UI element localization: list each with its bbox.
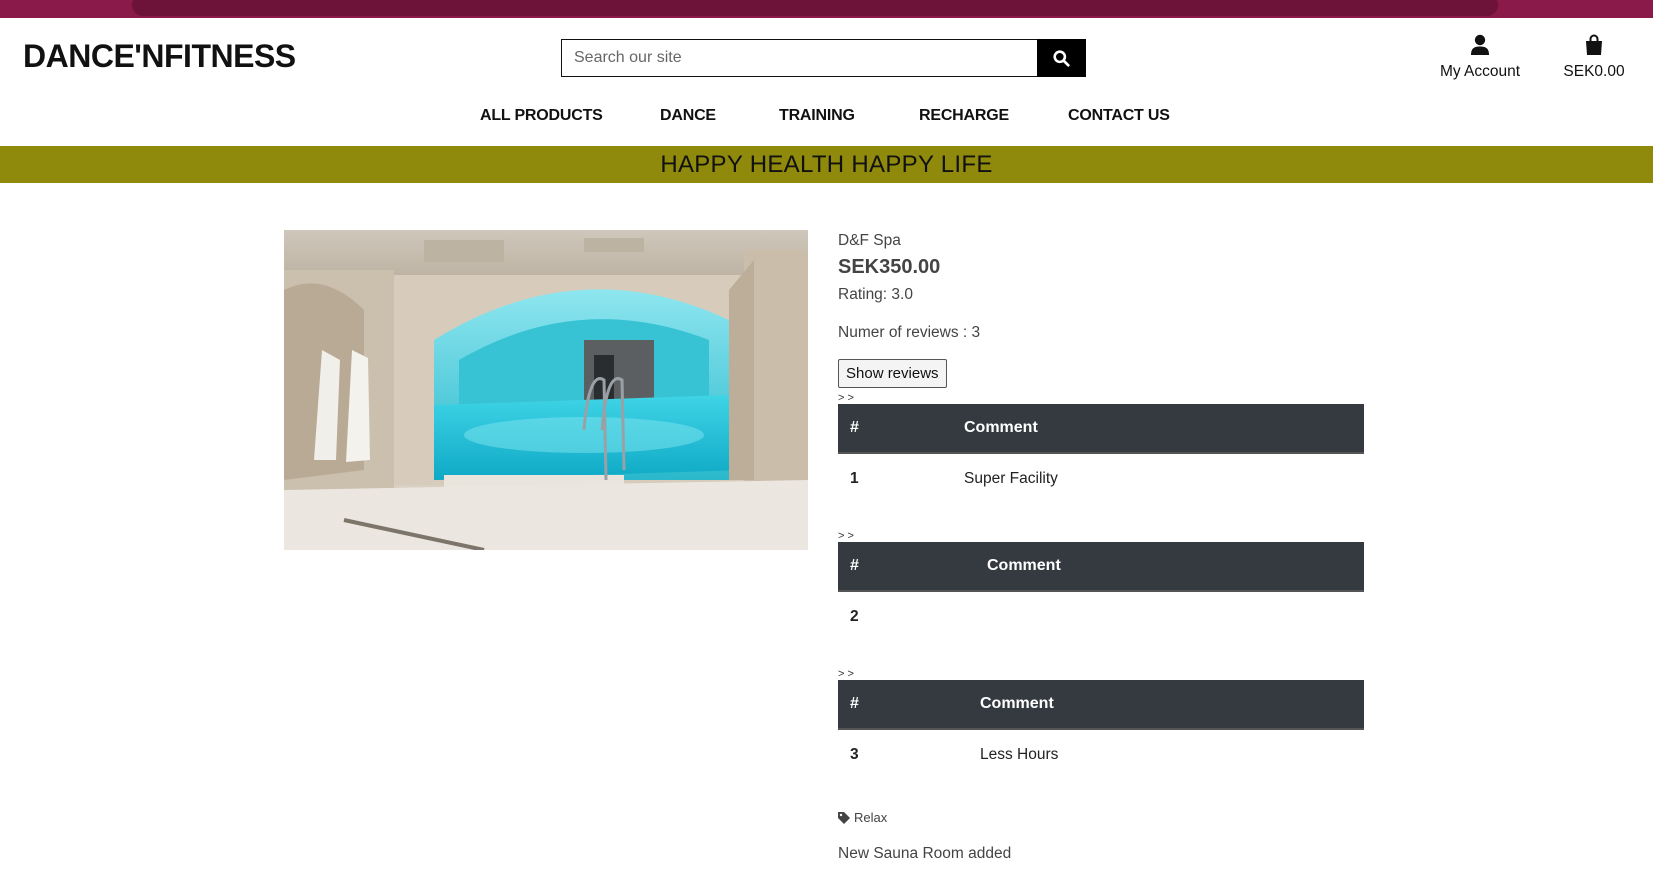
product-description: New Sauna Room added [838, 845, 1012, 862]
review-table: > > # Comment 3 Less Hours [838, 668, 1364, 780]
review-comment: Less Hours [980, 746, 1059, 763]
shopping-bag-link[interactable]: SEK0.00 [1554, 34, 1634, 81]
review-row: 3 Less Hours [838, 730, 1364, 780]
review-count: Numer of reviews : 3 [838, 324, 981, 341]
my-account-label: My Account [1439, 63, 1521, 80]
shopping-bag-icon [1586, 34, 1602, 55]
review-marker: > > [838, 392, 854, 404]
col-hash: # [850, 557, 859, 574]
tag-icon [838, 811, 850, 824]
site-logo[interactable]: DANCE'NFITNESS [23, 38, 296, 75]
review-table-header: # Comment [838, 680, 1364, 730]
search-icon [1053, 49, 1070, 67]
nav-training[interactable]: TRAINING [779, 107, 855, 125]
product-rating: Rating: 3.0 [838, 286, 913, 303]
show-reviews-button[interactable]: Show reviews [838, 359, 947, 388]
col-comment: Comment [980, 695, 1054, 712]
col-comment: Comment [987, 557, 1061, 574]
product-image [284, 230, 808, 550]
promo-banner: HAPPY HEALTH HAPPY LIFE [0, 146, 1653, 183]
review-table-header: # Comment [838, 542, 1364, 592]
col-hash: # [850, 419, 859, 436]
product-tag[interactable]: Relax [838, 810, 1364, 825]
bag-total: SEK0.00 [1563, 63, 1625, 80]
banner-text: HAPPY HEALTH HAPPY LIFE [660, 150, 993, 178]
product-details: D&F Spa SEK350.00 Rating: 3.0 Numer of r… [838, 232, 1364, 863]
review-row: 2 [838, 592, 1364, 642]
review-table: > > # Comment 2 [838, 530, 1364, 642]
nav-contact-us[interactable]: CONTACT US [1068, 107, 1170, 125]
search-button[interactable] [1037, 39, 1086, 77]
review-table: > > # Comment 1 Super Facility [838, 392, 1364, 504]
browser-address-bar[interactable] [132, 0, 1498, 16]
review-table-header: # Comment [838, 404, 1364, 454]
nav-all-products[interactable]: ALL PRODUCTS [480, 107, 603, 125]
review-marker: > > [838, 530, 854, 542]
col-comment: Comment [964, 419, 1038, 436]
product-price: SEK350.00 [838, 256, 941, 278]
review-row: 1 Super Facility [838, 454, 1364, 504]
my-account-link[interactable]: My Account [1430, 34, 1530, 81]
nav-dance[interactable]: DANCE [660, 107, 716, 125]
product-name: D&F Spa [838, 232, 901, 249]
nav-recharge[interactable]: RECHARGE [919, 107, 1009, 125]
search-form [561, 39, 1086, 77]
search-input[interactable] [561, 39, 1037, 77]
user-icon [1471, 34, 1489, 55]
review-comment: Super Facility [964, 470, 1058, 487]
review-marker: > > [838, 668, 854, 680]
tag-label: Relax [854, 810, 888, 825]
review-number: 1 [850, 470, 859, 487]
browser-chrome [0, 0, 1653, 18]
col-hash: # [850, 695, 859, 712]
review-number: 3 [850, 746, 859, 763]
review-number: 2 [850, 608, 859, 625]
main-nav: ALL PRODUCTS DANCE TRAINING RECHARGE CON… [0, 107, 1653, 129]
